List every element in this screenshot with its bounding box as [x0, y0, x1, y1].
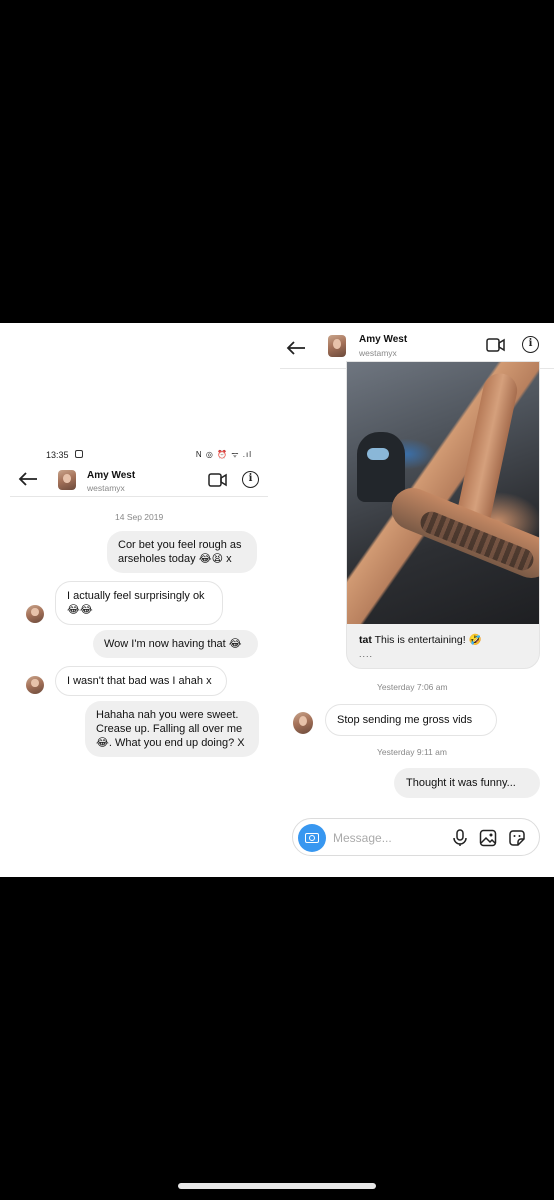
shared-post-image[interactable]: [347, 362, 539, 624]
instagram-notification-icon: [75, 450, 83, 458]
caption-more[interactable]: ....: [359, 649, 373, 659]
contact-name[interactable]: Amy West: [87, 470, 135, 481]
right-dm-screenshot: Amy West westamyx i tat This is entertai…: [280, 323, 554, 877]
avatar[interactable]: [58, 470, 76, 490]
message-bubble-sent[interactable]: Hahaha nah you were sweet. Crease up. Fa…: [85, 701, 259, 757]
info-icon[interactable]: i: [522, 336, 539, 353]
post-caption: tat This is entertaining! 🤣: [359, 633, 482, 646]
tattoo-artist-figure: [357, 432, 405, 502]
contact-handle: westamyx: [87, 483, 125, 493]
arrow-left-icon[interactable]: [18, 470, 38, 490]
arrow-left-icon[interactable]: [286, 339, 306, 359]
timestamp: Yesterday 7:06 am: [377, 682, 448, 692]
date-divider: 14 Sep 2019: [115, 512, 164, 522]
shared-post-card[interactable]: tat This is entertaining! 🤣 ....: [346, 361, 540, 669]
info-icon[interactable]: i: [242, 471, 259, 488]
status-bar: 13:35 N ◎ ⏰ ᯤ .ıl: [10, 445, 268, 463]
avatar[interactable]: [26, 605, 44, 623]
contact-handle: westamyx: [359, 348, 397, 358]
avatar[interactable]: [26, 676, 44, 694]
face-mask: [367, 448, 389, 460]
post-username[interactable]: tat: [359, 634, 372, 646]
left-dm-screenshot: 13:35 N ◎ ⏰ ᯤ .ıl Amy West westamyx i 14…: [10, 445, 268, 775]
system-status-icons: N ◎ ⏰ ᯤ .ıl: [195, 450, 252, 459]
message-bubble-sent[interactable]: Thought it was funny...: [394, 768, 540, 798]
chat-header: Amy West westamyx i: [10, 463, 268, 497]
post-caption-text: This is entertaining! 🤣: [374, 634, 482, 646]
avatar[interactable]: [293, 712, 313, 734]
message-bubble-received[interactable]: Stop sending me gross vids: [325, 704, 497, 736]
camera-icon[interactable]: [298, 824, 326, 852]
microphone-icon[interactable]: [451, 829, 469, 847]
message-bubble-sent[interactable]: Wow I'm now having that 😂: [93, 630, 258, 658]
gallery-icon[interactable]: [479, 829, 497, 847]
video-camera-icon[interactable]: [208, 473, 228, 492]
bottom-letterbox: [0, 877, 554, 1200]
message-input[interactable]: [333, 829, 443, 847]
message-bubble-received[interactable]: I wasn't that bad was I ahah x: [55, 666, 227, 696]
timestamp: Yesterday 9:11 am: [377, 747, 447, 757]
avatar[interactable]: [328, 335, 346, 357]
message-bubble-sent[interactable]: Cor bet you feel rough as arseholes toda…: [107, 531, 257, 573]
message-bubble-received[interactable]: I actually feel surprisingly ok 😂😂: [55, 581, 223, 625]
top-letterbox: [0, 0, 554, 323]
sticker-icon[interactable]: [508, 829, 526, 847]
status-time: 13:35: [46, 450, 69, 460]
video-camera-icon[interactable]: [486, 338, 506, 357]
message-composer: [292, 818, 540, 856]
home-indicator[interactable]: [178, 1183, 376, 1189]
contact-name[interactable]: Amy West: [359, 334, 407, 345]
